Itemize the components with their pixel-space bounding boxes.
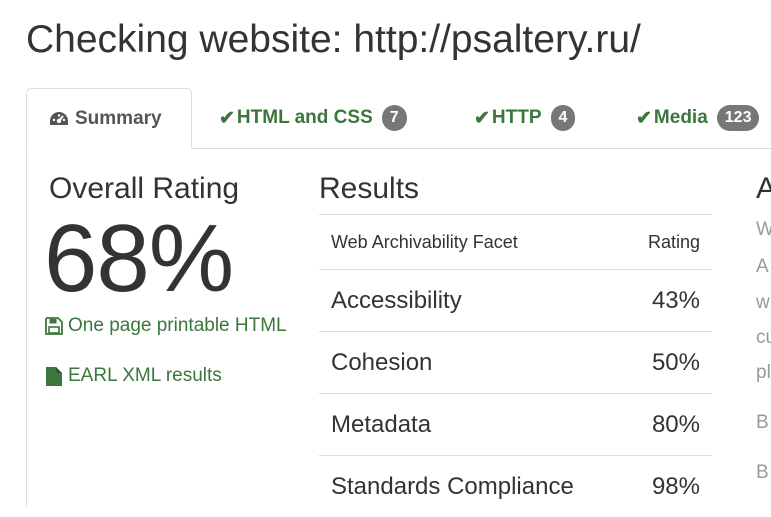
right-column-text: cu: [756, 327, 771, 349]
right-column-text: pl: [756, 362, 771, 384]
facet-rating: 98%: [625, 456, 712, 517]
file-icon: [45, 366, 63, 387]
facet-rating: 50%: [625, 332, 712, 394]
facet-rating: 80%: [625, 394, 712, 456]
overall-rating-heading: Overall Rating: [49, 172, 239, 206]
right-column-heading: A: [756, 172, 771, 206]
check-icon: ✔: [474, 107, 490, 130]
overall-rating-value: 68%: [44, 204, 233, 314]
page-title: Checking website: http://psaltery.ru/: [26, 16, 641, 64]
facet-name: Cohesion: [319, 332, 625, 394]
tab-html-css[interactable]: ✔ HTML and CSS 7: [219, 88, 407, 148]
earl-xml-link[interactable]: EARL XML results: [45, 365, 222, 387]
results-heading: Results: [319, 172, 419, 206]
tab-html-css-badge: 7: [382, 105, 407, 131]
right-column-text: W: [756, 219, 771, 241]
floppy-disk-icon: [45, 317, 63, 335]
tab-http-badge: 4: [551, 105, 576, 131]
dashboard-icon: [49, 110, 69, 128]
table-header-row: Web Archivability Facet Rating: [319, 215, 712, 270]
column-header-rating: Rating: [625, 215, 712, 270]
tab-media-label: Media: [654, 107, 708, 129]
right-column-text: B: [756, 462, 769, 484]
table-row: Metadata 80%: [319, 394, 712, 456]
printable-html-label: One page printable HTML: [68, 315, 287, 337]
tab-bar: Summary ✔ HTML and CSS 7 ✔ HTTP 4 ✔ Medi…: [26, 88, 771, 149]
facet-name: Accessibility: [319, 270, 625, 332]
tab-summary[interactable]: Summary: [26, 88, 192, 149]
facet-rating: 43%: [625, 270, 712, 332]
check-icon: ✔: [219, 107, 235, 130]
right-column-text: B: [756, 412, 769, 434]
column-header-facet: Web Archivability Facet: [319, 215, 625, 270]
table-row: Standards Compliance 98%: [319, 456, 712, 517]
table-row: Cohesion 50%: [319, 332, 712, 394]
right-column-text: w: [756, 292, 770, 314]
earl-xml-label: EARL XML results: [68, 365, 222, 387]
panel-border: [26, 149, 27, 506]
table-row: Accessibility 43%: [319, 270, 712, 332]
tab-summary-label: Summary: [75, 108, 162, 130]
printable-html-link[interactable]: One page printable HTML: [45, 315, 287, 337]
tab-http[interactable]: ✔ HTTP 4: [474, 88, 575, 148]
facet-name: Standards Compliance: [319, 456, 625, 517]
facet-name: Metadata: [319, 394, 625, 456]
check-icon: ✔: [636, 107, 652, 130]
tab-media-badge: 123: [717, 105, 760, 131]
tab-media[interactable]: ✔ Media 123: [636, 88, 759, 148]
tab-http-label: HTTP: [492, 107, 542, 129]
tab-html-css-label: HTML and CSS: [237, 107, 373, 129]
right-column-text: A: [756, 256, 769, 278]
results-table: Web Archivability Facet Rating Accessibi…: [319, 214, 712, 517]
